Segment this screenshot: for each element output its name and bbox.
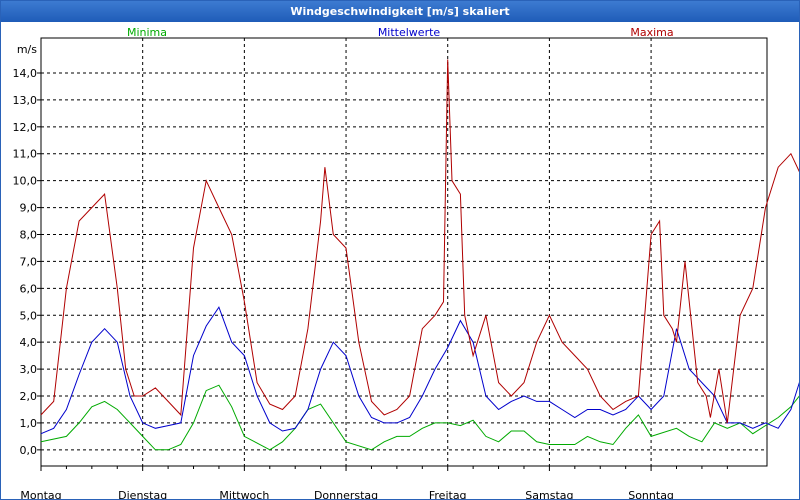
y-tick-label: 6,0 (20, 282, 38, 295)
x-tick-day-label: Montag (20, 489, 61, 499)
series-line-minima (40, 384, 799, 451)
x-tick-day-label: Donnerstag (314, 489, 378, 499)
series-line-maxima (40, 59, 799, 423)
y-tick-label: 9,0 (20, 202, 38, 215)
x-tick-day-label: Freitag (429, 489, 467, 499)
y-tick-label: 14,0 (13, 67, 38, 80)
legend-entry-mittelwerte: Mittelwerte (378, 26, 441, 39)
y-tick-label: 10,0 (13, 175, 38, 188)
series-line-mittelwerte (40, 306, 799, 435)
x-tick-day-label: Mittwoch (219, 489, 269, 499)
x-axis-ticks: Montag07.05.18Dienstag08.05.18Mittwoch09… (20, 466, 728, 499)
legend: Minima Mittelwerte Maxima (127, 26, 674, 39)
series-lines (40, 59, 799, 451)
y-tick-label: 12,0 (13, 121, 38, 134)
y-tick-label: 2,0 (20, 390, 38, 403)
y-tick-label: 5,0 (20, 309, 38, 322)
y-axis-ticks: 0,0 1,0 2,0 3,0 4,0 5,0 6,0 7,0 8,0 9,0 10,0 11,0 12… (13, 43, 41, 457)
window-title: Windgeschwindigkeit [m/s] skaliert (1, 1, 799, 22)
y-tick-label: 1,0 (20, 417, 38, 430)
legend-entry-maxima: Maxima (630, 26, 673, 39)
y-tick-label: 3,0 (20, 363, 38, 376)
legend-entry-minima: Minima (127, 26, 167, 39)
chart-window: Windgeschwindigkeit [m/s] skaliert 0,0 1,… (0, 0, 800, 500)
chart-area: 0,0 1,0 2,0 3,0 4,0 5,0 6,0 7,0 8,0 9,0 10,0 11,0 12… (13, 26, 799, 499)
x-tick-day-label: Samstag (525, 489, 573, 499)
x-tick-day-label: Dienstag (118, 489, 167, 499)
y-tick-label: 13,0 (13, 94, 38, 107)
y-tick-label: 8,0 (20, 229, 38, 242)
y-axis-unit: m/s (17, 43, 37, 56)
y-tick-label: 11,0 (13, 148, 38, 161)
x-tick-day-label: Sonntag (628, 489, 674, 499)
y-tick-label: 0,0 (20, 444, 38, 457)
y-tick-label: 4,0 (20, 336, 38, 349)
y-tick-label: 7,0 (20, 255, 38, 268)
